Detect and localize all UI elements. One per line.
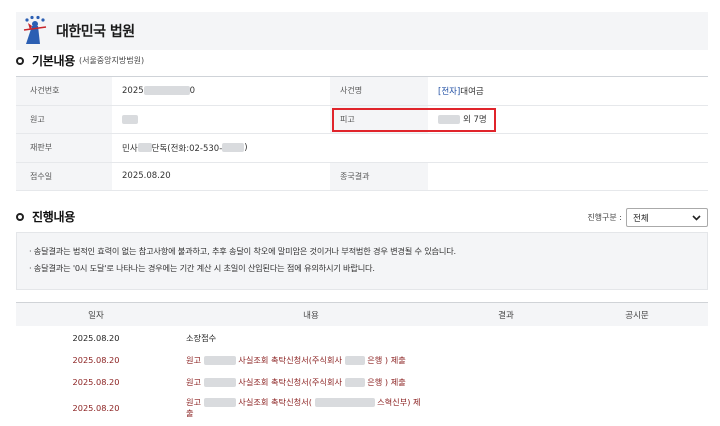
row-date: 2025.08.20 xyxy=(72,333,120,343)
basic-info-table: 사건번호 2025 0 사건명 [전자] 대여금 원고 피고 외 7명 재판부 … xyxy=(16,76,708,191)
table-row: 2025.08.20 소장접수 xyxy=(16,327,708,349)
redacted-block xyxy=(344,355,365,365)
case-number-suffix: 0 xyxy=(189,85,196,96)
table-row: 2025.08.20 원고 사실조회 촉탁신청서( 스혁신부) 제 출 xyxy=(16,393,708,423)
row-content-part: 원고 xyxy=(186,376,202,387)
notice-box: · 송달결과는 법적인 효력이 없는 참고사항에 불과하고, 추후 송달이 착오… xyxy=(16,232,708,290)
table-row: 2025.08.20 원고 사실조회 촉탁신청서(주식회사 은행 ) 제출 xyxy=(16,349,708,371)
court-emblem-icon[interactable] xyxy=(18,14,52,48)
row-content-part: 은행 ) 제출 xyxy=(367,354,406,365)
received-date-label: 접수일 xyxy=(16,162,112,190)
column-public-notice: 공시문 xyxy=(625,310,649,321)
redacted-block xyxy=(122,114,138,124)
basic-info-title: 기본내용 xyxy=(32,54,75,68)
redacted-block xyxy=(203,355,236,365)
notice-line: · 송달결과는 '0시 도달'로 나타나는 경우에는 기간 계산 시 초일이 산… xyxy=(29,263,375,273)
case-number-label: 사건번호 xyxy=(16,77,112,105)
case-name-label: 사건명 xyxy=(330,77,428,105)
electronic-tag: [전자] xyxy=(438,86,461,97)
redacted-block xyxy=(222,143,245,153)
final-result-label: 종국결과 xyxy=(330,162,428,190)
redacted-block xyxy=(314,398,375,407)
row-content-part: 출 xyxy=(186,408,194,418)
redacted-block xyxy=(143,86,190,96)
bullet-icon xyxy=(16,56,24,65)
progress-title: 진행내용 xyxy=(32,210,75,224)
column-date: 일자 xyxy=(88,310,104,321)
court-division-phone: 단독(전화:02-530- xyxy=(151,143,223,154)
column-content: 내용 xyxy=(303,310,319,321)
filter-label: 진행구분 : xyxy=(587,213,622,222)
case-number-prefix: 2025 xyxy=(122,85,144,96)
plaintiff-value xyxy=(112,106,330,134)
row-date: 2025.08.20 xyxy=(72,403,120,413)
court-division-prefix: 민사 xyxy=(122,143,138,154)
final-result-value xyxy=(428,163,708,191)
row-content: 소장접수 xyxy=(186,332,217,343)
redacted-block xyxy=(203,398,236,407)
select-value: 전체 xyxy=(633,213,649,224)
redacted-block xyxy=(344,377,365,387)
basic-info-heading: 기본내용 (서울중앙지방법원) xyxy=(16,52,144,69)
plaintiff-label: 원고 xyxy=(16,105,112,133)
info-row: 재판부 민사 단독(전화:02-530- ) xyxy=(16,134,708,163)
row-content-part: 원고 xyxy=(186,397,202,407)
received-date-value: 2025.08.20 xyxy=(122,171,171,182)
column-result: 결과 xyxy=(498,310,514,321)
bullet-icon xyxy=(16,212,24,221)
table-row: 2025.08.20 원고 사실조회 촉탁신청서(주식회사 은행 ) 제출 xyxy=(16,371,708,393)
row-date: 2025.08.20 xyxy=(72,377,120,387)
row-content-part: 사실조회 촉탁신청서(주식회사 xyxy=(238,376,343,387)
redacted-block xyxy=(203,377,236,387)
info-row: 사건번호 2025 0 사건명 [전자] 대여금 xyxy=(16,77,708,106)
court-name[interactable]: 대한민국 법원 xyxy=(56,21,135,41)
row-content-part: 사실조회 촉탁신청서( xyxy=(238,397,312,407)
row-content: 원고 사실조회 촉탁신청서(주식회사 은행 ) 제출 xyxy=(176,377,456,388)
court-header: 대한민국 법원 xyxy=(16,12,708,50)
defendant-highlight-box xyxy=(332,108,496,132)
chevron-down-icon xyxy=(692,214,701,221)
redacted-block xyxy=(137,143,152,153)
court-division-suffix: ) xyxy=(244,142,248,153)
row-content: 원고 사실조회 촉탁신청서(주식회사 은행 ) 제출 xyxy=(176,355,456,366)
info-row: 접수일 2025.08.20 종국결과 xyxy=(16,162,708,191)
row-content-part: 사실조회 촉탁신청서(주식회사 xyxy=(238,354,343,365)
row-content: 원고 사실조회 촉탁신청서( 스혁신부) 제 출 xyxy=(176,397,456,419)
court-division-value: 민사 단독(전화:02-530- ) xyxy=(112,134,248,162)
court-location: (서울중앙지방법원) xyxy=(78,56,145,65)
progress-filter: 진행구분 : 전체 xyxy=(587,208,708,227)
case-name-value: [전자] 대여금 xyxy=(428,77,708,105)
case-number-value: 2025 0 xyxy=(112,77,330,105)
row-content-part: 은행 ) 제출 xyxy=(367,376,406,387)
progress-heading: 진행내용 xyxy=(16,208,75,225)
progress-table-header: 일자 내용 결과 공시문 xyxy=(16,302,708,326)
progress-table-body: 2025.08.20 소장접수 2025.08.20 원고 사실조회 촉탁신청서… xyxy=(16,327,708,423)
row-content-part: 원고 xyxy=(186,354,202,365)
court-division-label: 재판부 xyxy=(16,134,112,162)
progress-type-select[interactable]: 전체 xyxy=(626,208,708,227)
row-content-part: 스혁신부) 제 xyxy=(377,397,421,407)
case-name-text: 대여금 xyxy=(460,86,484,97)
notice-line: · 송달결과는 법적인 효력이 없는 참고사항에 불과하고, 추후 송달이 착오… xyxy=(29,246,456,256)
row-date: 2025.08.20 xyxy=(72,355,120,365)
